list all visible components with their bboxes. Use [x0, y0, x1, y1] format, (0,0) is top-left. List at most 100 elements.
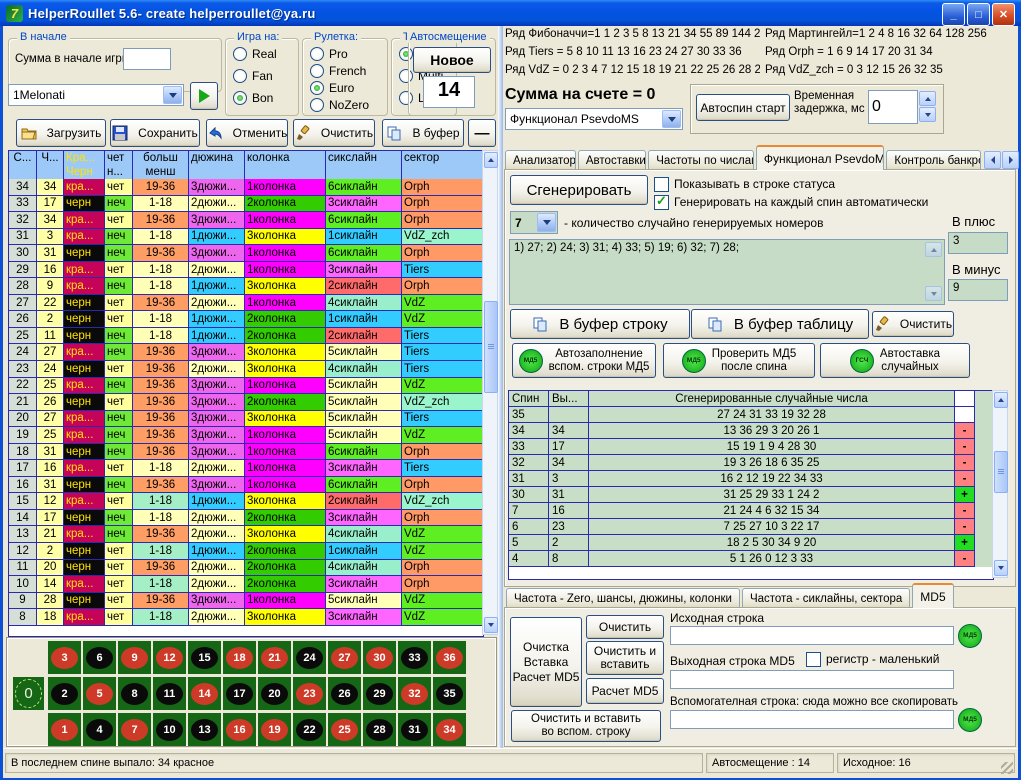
roulette-cell-13[interactable]: 13: [188, 713, 221, 746]
roulette-cell-30[interactable]: 30: [363, 641, 396, 674]
toolbar-button-3[interactable]: Очистить: [293, 119, 375, 147]
generated-row[interactable]: 331715 19 1 9 4 28 30-: [509, 439, 993, 455]
table-row[interactable]: 3234кра...чет19-363дюжи...1колонка6сикла…: [9, 212, 483, 229]
roulette-cell-6[interactable]: 6: [83, 641, 116, 674]
table-row[interactable]: 289кра...неч1-181дюжи...3колонка2сиклайн…: [9, 278, 483, 295]
chevron-down-icon[interactable]: [537, 213, 556, 232]
scroll-up-icon[interactable]: [994, 392, 1008, 408]
generated-row[interactable]: 323419 3 26 18 6 35 25-: [509, 455, 993, 471]
generated-row[interactable]: 343413 36 29 3 20 26 1-: [509, 423, 993, 439]
table-row[interactable]: 3317черннеч1-182дюжи...2колонка3сиклайнO…: [9, 196, 483, 213]
table-row[interactable]: 2126чернчет19-363дюжи...2колонка5сиклайн…: [9, 394, 483, 411]
toolbar-button-5[interactable]: —: [468, 119, 496, 147]
delay-input[interactable]: 0: [868, 90, 918, 124]
roulette-cell-31[interactable]: 31: [398, 713, 431, 746]
table-row[interactable]: 818кра...чет1-182дюжи...3колонка3сиклайн…: [9, 609, 483, 626]
roulette-cell-21[interactable]: 21: [258, 641, 291, 674]
radio-icon[interactable]: [310, 98, 324, 112]
roulette-cell-36[interactable]: 36: [433, 641, 466, 674]
table-row[interactable]: 2225кра...неч19-363дюжи...1колонка5сикла…: [9, 378, 483, 395]
radio-icon[interactable]: [233, 47, 247, 61]
scroll-up-icon[interactable]: [925, 242, 942, 257]
md5-clear-insert-button[interactable]: Очистить и вставить: [586, 641, 664, 675]
clear-generated-button[interactable]: Очистить: [872, 311, 954, 337]
roulette-cell-26[interactable]: 26: [328, 677, 361, 710]
toolbar-button-0[interactable]: Загрузить: [16, 119, 106, 147]
radio-bon[interactable]: Bon: [233, 91, 273, 105]
toolbar-button-1[interactable]: Сохранить: [110, 119, 200, 147]
md5-clear-button[interactable]: Очистить: [586, 615, 664, 639]
roulette-cell-32[interactable]: 32: [398, 677, 431, 710]
copy-table-button[interactable]: В буфер таблицу: [691, 309, 869, 339]
copy-row-button[interactable]: В буфер строку: [510, 309, 690, 339]
roulette-zero-cell[interactable]: 0: [13, 677, 44, 710]
md5-action-button-0[interactable]: МД5Автозаполнение вспом. строки МД5: [512, 343, 656, 378]
table-row[interactable]: 2916кра...чет1-182дюжи...1колонка3сиклай…: [9, 262, 483, 279]
scrollbar-thumb[interactable]: [484, 301, 498, 393]
roulette-cell-17[interactable]: 17: [223, 677, 256, 710]
md5-calc-button[interactable]: Расчет MD5: [586, 678, 664, 704]
start-sum-input[interactable]: [123, 48, 171, 70]
roulette-cell-2[interactable]: 2: [48, 677, 81, 710]
chevron-down-icon[interactable]: [163, 86, 182, 104]
table-row[interactable]: 313кра...неч1-181дюжи...3колонка1сиклайн…: [9, 229, 483, 246]
md5-aux-input[interactable]: [670, 710, 954, 729]
show-in-status-checkbox[interactable]: Показывать в строке статуса: [654, 177, 835, 192]
new-offset-button[interactable]: Новое: [413, 47, 491, 73]
radio-icon[interactable]: [310, 64, 324, 78]
table-row[interactable]: 1120чернчет19-362дюжи...2колонка4сиклайн…: [9, 560, 483, 577]
roulette-cell-27[interactable]: 27: [328, 641, 361, 674]
table-row[interactable]: 1631черннеч19-363дюжи...1колонка6сиклайн…: [9, 477, 483, 494]
roulette-cell-23[interactable]: 23: [293, 677, 326, 710]
mode-combo[interactable]: Функционал PsevdoMS: [505, 108, 683, 130]
roulette-cell-9[interactable]: 9: [118, 641, 151, 674]
roulette-cell-33[interactable]: 33: [398, 641, 431, 674]
tab-0[interactable]: Анализатор: [505, 150, 576, 170]
roulette-cell-22[interactable]: 22: [293, 713, 326, 746]
radio-euro[interactable]: Euro: [310, 81, 354, 95]
radio-pro[interactable]: Pro: [310, 47, 348, 61]
table-row[interactable]: 1716кра...чет1-182дюжи...1колонка3сиклай…: [9, 460, 483, 477]
spin-up-icon[interactable]: [919, 91, 936, 106]
table-row[interactable]: 2427кра...неч19-363дюжи...3колонка5сикла…: [9, 344, 483, 361]
table-row[interactable]: 2722чернчет19-362дюжи...1колонка4сиклайн…: [9, 295, 483, 312]
roulette-cell-19[interactable]: 19: [258, 713, 291, 746]
roulette-cell-8[interactable]: 8: [118, 677, 151, 710]
scroll-up-icon[interactable]: [484, 152, 498, 168]
autospin-start-button[interactable]: Автоспин старт: [696, 94, 790, 121]
roulette-cell-4[interactable]: 4: [83, 713, 116, 746]
generated-row[interactable]: 71621 24 4 6 32 15 34-: [509, 503, 993, 519]
md5-case-checkbox[interactable]: регистр - маленький: [806, 652, 939, 667]
roulette-cell-34[interactable]: 34: [433, 713, 466, 746]
delay-spinner[interactable]: [919, 91, 936, 122]
chevron-down-icon[interactable]: [662, 110, 681, 128]
checkbox-icon[interactable]: [806, 652, 821, 667]
radio-fan[interactable]: Fan: [233, 69, 273, 83]
radio-icon[interactable]: [233, 69, 247, 83]
table-row[interactable]: 1321кра...неч19-362дюжи...3колонка4сикла…: [9, 526, 483, 543]
checkbox-icon[interactable]: [654, 177, 669, 192]
roulette-cell-11[interactable]: 11: [153, 677, 186, 710]
radio-real[interactable]: Real: [233, 47, 277, 61]
md5-action-button-2[interactable]: ГСЧАвтоставка случайных: [820, 343, 970, 378]
md5-big-button[interactable]: Очистка Вставка Расчет MD5: [510, 617, 582, 707]
roulette-cell-10[interactable]: 10: [153, 713, 186, 746]
tab-scroll-right-icon[interactable]: [1002, 151, 1019, 169]
checkbox-checked-icon[interactable]: [654, 195, 669, 210]
roulette-cell-16[interactable]: 16: [223, 713, 256, 746]
roulette-cell-7[interactable]: 7: [118, 713, 151, 746]
count-combo[interactable]: 7: [510, 211, 558, 234]
resize-grip[interactable]: [1001, 762, 1013, 774]
play-button[interactable]: [190, 82, 218, 110]
toolbar-button-4[interactable]: В буфер: [382, 119, 464, 147]
table-row[interactable]: 1014кра...чет1-182дюжи...2колонка3сиклай…: [9, 576, 483, 593]
roulette-cell-29[interactable]: 29: [363, 677, 396, 710]
md5-out-input[interactable]: [670, 670, 954, 689]
table-row[interactable]: 1512кра...чет1-181дюжи...3колонка2сиклай…: [9, 493, 483, 510]
generate-button[interactable]: Сгенерировать: [510, 175, 648, 205]
roulette-cell-1[interactable]: 1: [48, 713, 81, 746]
generated-row[interactable]: 5218 2 5 30 34 9 20+: [509, 535, 993, 551]
roulette-cell-20[interactable]: 20: [258, 677, 291, 710]
frequency-tab-1[interactable]: Частота - сиклайны, сектора: [742, 588, 910, 608]
table-row[interactable]: 928чернчет19-363дюжи...1колонка5сиклайнV…: [9, 593, 483, 610]
